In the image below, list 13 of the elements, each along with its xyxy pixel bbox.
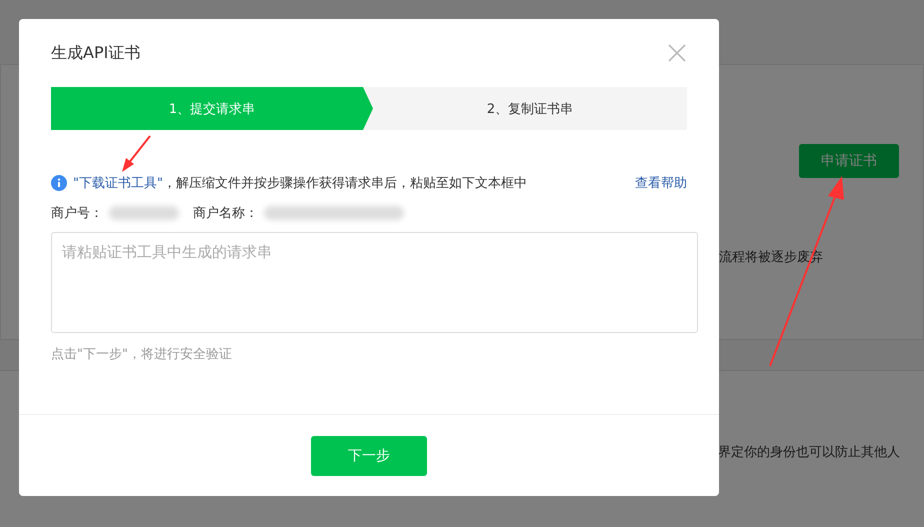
merchant-id-label: 商户号： [51,205,103,222]
description-text: 界定你的身份也可以防止其他人 [718,444,900,461]
redaction-mark [109,206,179,220]
merchant-name-label: 商户名称： [193,205,258,222]
request-input-field[interactable]: 请粘贴证书工具中生成的请求串 [51,232,698,333]
close-icon[interactable] [668,44,686,62]
dialog-title: 生成API证书 [51,42,140,64]
help-link[interactable]: 查看帮助 [635,174,687,192]
step-tab[interactable]: 2、复制证书串 [373,87,687,130]
download-tool-link[interactable]: "下载证书工具" [73,176,163,191]
info-icon [51,175,67,191]
instruction-text: "下载证书工具"，解压缩文件并按步骤操作获得请求串后，粘贴至如下文本框中 [73,175,528,192]
hint-text: 点击"下一步"，将进行安全验证 [51,346,233,363]
